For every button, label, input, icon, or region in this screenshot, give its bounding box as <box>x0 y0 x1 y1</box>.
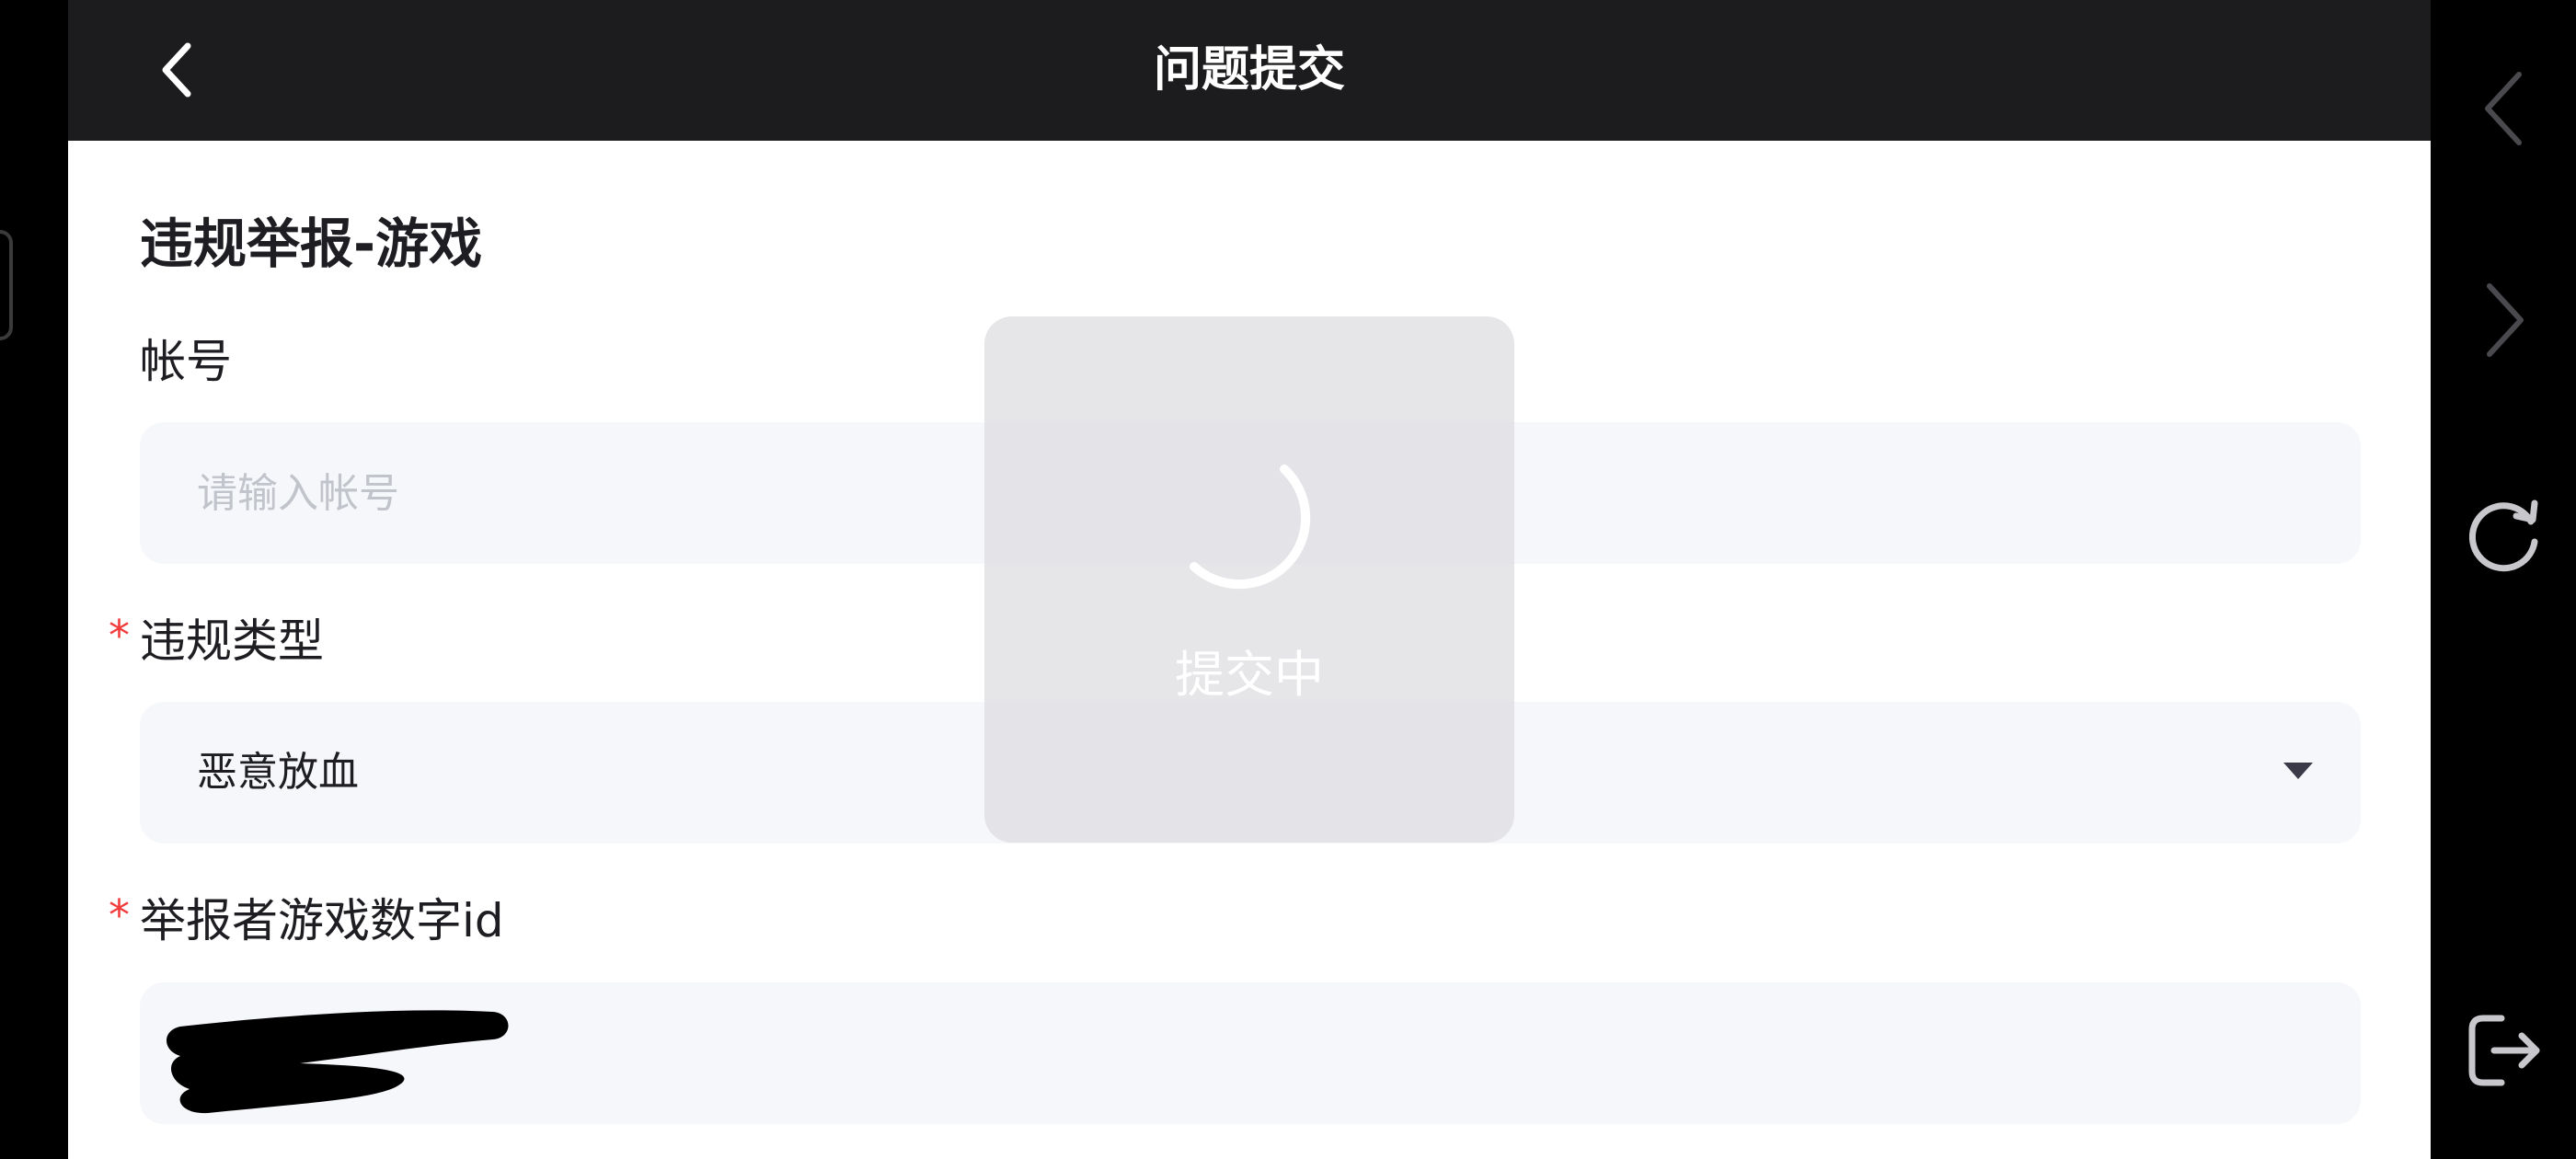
nav-forward-button[interactable] <box>2458 274 2550 366</box>
chevron-left-icon <box>162 42 191 98</box>
header-bar: 问题提交 <box>68 0 2431 141</box>
page-title: 问题提交 <box>1153 42 1345 98</box>
required-mark: * <box>109 890 130 940</box>
caret-down-icon <box>2283 763 2313 779</box>
back-button[interactable] <box>140 33 213 107</box>
violation-type-label: * 违规类型 <box>109 609 324 673</box>
account-label: 帐号 <box>140 335 232 388</box>
app-panel: 问题提交 违规举报-游戏 帐号 * 违规类型 恶意放血 * 举报者游戏数字id <box>68 0 2431 1159</box>
nav-back-button[interactable] <box>2458 63 2550 155</box>
reporter-id-field[interactable] <box>140 982 2361 1124</box>
violation-type-label-text: 违规类型 <box>140 614 324 668</box>
loading-toast: 提交中 <box>984 316 1514 843</box>
reporter-id-label: * 举报者游戏数字id <box>109 889 504 953</box>
violation-type-value: 恶意放血 <box>197 749 359 796</box>
refresh-button[interactable] <box>2458 489 2550 581</box>
refresh-icon <box>2468 499 2538 572</box>
redaction-scribble <box>167 1010 509 1114</box>
required-mark: * <box>109 611 130 660</box>
chevron-left-icon <box>2485 72 2522 145</box>
chevron-right-icon <box>2487 283 2524 357</box>
loading-spinner-icon <box>1190 465 1311 590</box>
left-edge-handle <box>0 230 13 340</box>
exit-button[interactable] <box>2458 1004 2550 1096</box>
exit-icon <box>2468 1015 2540 1086</box>
reporter-id-label-text: 举报者游戏数字id <box>140 894 504 947</box>
toast-text: 提交中 <box>1175 646 1324 704</box>
screen: 问题提交 违规举报-游戏 帐号 * 违规类型 恶意放血 * 举报者游戏数字id <box>0 0 2576 1159</box>
section-title: 违规举报-游戏 <box>140 212 483 275</box>
